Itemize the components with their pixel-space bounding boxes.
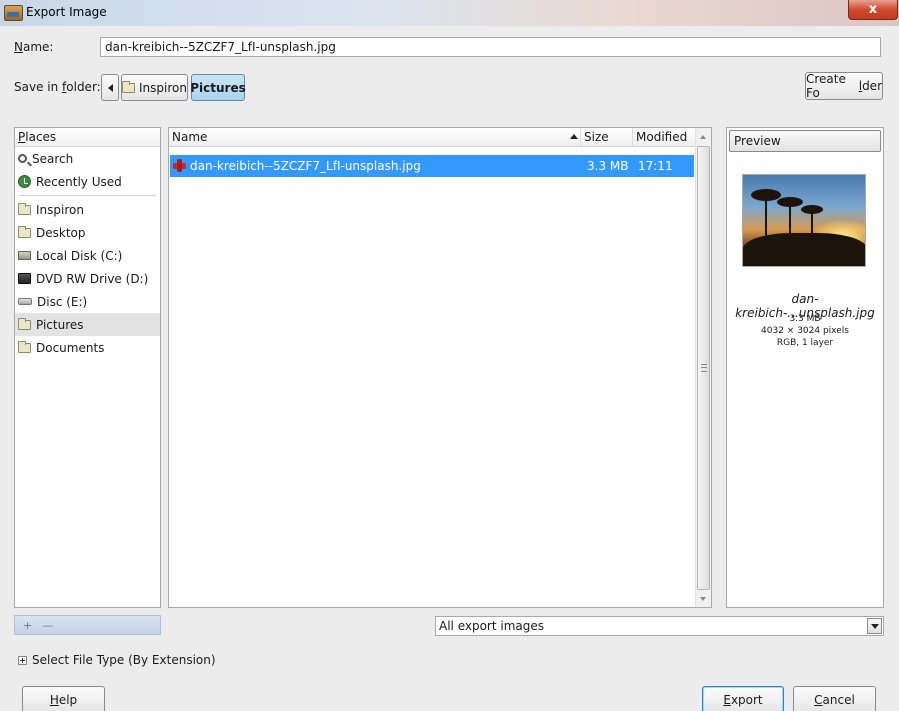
save-in-folder-label: Save in folder: — [14, 80, 101, 94]
file-row[interactable]: dan-kreibich--5ZCZF7_LfI-unsplash.jpg 3.… — [170, 155, 694, 177]
sort-ascending-icon — [570, 134, 578, 139]
filename-input[interactable] — [100, 37, 881, 57]
place-item-recently-used[interactable]: Recently Used — [15, 170, 160, 193]
image-file-icon — [173, 159, 186, 172]
path-back-button[interactable] — [101, 74, 119, 101]
file-list: Name Size Modified dan-kreibich--5ZCZF7_… — [168, 127, 712, 608]
path-button-label: Inspiron — [139, 80, 187, 95]
places-divider — [19, 195, 156, 196]
places-pane: Places Search Recently Used Inspiron Des… — [14, 127, 161, 608]
places-toolbar: + — — [14, 615, 161, 635]
folder-icon — [18, 202, 31, 215]
place-item-search[interactable]: Search — [15, 147, 160, 170]
dvd-drive-icon — [18, 273, 31, 284]
export-button[interactable]: Export — [702, 686, 784, 711]
select-file-type-label: Select File Type (By Extension) — [32, 653, 216, 667]
file-size: 3.3 MB — [587, 159, 629, 173]
column-header-modified[interactable]: Modified — [633, 128, 695, 146]
search-icon — [18, 154, 27, 163]
column-header-size[interactable]: Size — [581, 128, 633, 146]
place-item-inspiron[interactable]: Inspiron — [15, 198, 160, 221]
cancel-button[interactable]: Cancel — [793, 686, 876, 711]
preview-button[interactable]: Preview — [729, 130, 881, 152]
folder-icon — [18, 317, 31, 330]
expand-plus-icon — [18, 655, 27, 665]
chevron-down-icon[interactable] — [867, 618, 882, 634]
folder-icon — [122, 80, 136, 93]
window-title: Export Image — [26, 5, 107, 19]
select-file-type-expander[interactable]: Select File Type (By Extension) — [18, 653, 216, 667]
preview-thumbnail — [742, 174, 866, 267]
place-item-documents[interactable]: Documents — [15, 336, 160, 359]
file-list-header: Name Size Modified — [169, 128, 695, 147]
title-bar: Export Image x — [0, 0, 899, 26]
recent-icon — [18, 175, 31, 188]
scrollbar-thumb[interactable] — [697, 146, 710, 590]
file-name: dan-kreibich--5ZCZF7_LfI-unsplash.jpg — [190, 159, 421, 173]
place-item-desktop[interactable]: Desktop — [15, 221, 160, 244]
scroll-up-icon[interactable] — [700, 135, 706, 139]
preview-pane: Preview dan-kreibich-...unsplash.jpg 3.3… — [726, 127, 884, 608]
create-folder-button[interactable]: Create Fo l der — [805, 72, 883, 100]
export-dialog: Name: Save in folder: Inspiron Pictures … — [0, 26, 899, 711]
close-button[interactable]: x — [848, 0, 898, 20]
remove-bookmark-button[interactable]: — — [42, 619, 53, 632]
add-bookmark-button[interactable]: + — [23, 619, 32, 632]
file-modified: 17:11 — [638, 159, 673, 173]
file-filter-dropdown[interactable]: All export images — [435, 616, 884, 636]
preview-file-size: 3.3 MB — [789, 314, 821, 324]
place-item-local-disk[interactable]: Local Disk (C:) — [15, 244, 160, 267]
folder-icon — [18, 225, 31, 238]
place-item-disc[interactable]: Disc (E:) — [15, 290, 160, 313]
close-icon: x — [868, 2, 878, 17]
help-button[interactable]: Help — [22, 686, 105, 711]
places-header[interactable]: Places — [15, 128, 160, 147]
path-button-inspiron[interactable]: Inspiron — [121, 74, 188, 101]
place-item-pictures[interactable]: Pictures — [15, 313, 160, 336]
place-item-dvd-drive[interactable]: DVD RW Drive (D:) — [15, 267, 160, 290]
disc-drive-icon — [18, 298, 32, 305]
column-header-name[interactable]: Name — [169, 128, 581, 146]
grip-icon — [701, 364, 707, 372]
ground-shape — [743, 233, 865, 266]
scroll-down-icon[interactable] — [700, 597, 706, 601]
preview-color-mode: RGB, 1 layer — [776, 338, 834, 348]
file-filter-value: All export images — [439, 619, 545, 633]
hard-disk-icon — [18, 251, 31, 260]
name-label: Name: — [14, 40, 54, 54]
chevron-left-icon — [107, 83, 113, 92]
path-button-pictures[interactable]: Pictures — [190, 74, 246, 101]
folder-icon — [18, 340, 31, 353]
gimp-app-icon — [4, 5, 23, 21]
path-button-label: Pictures — [190, 80, 246, 95]
file-list-scrollbar[interactable] — [695, 128, 711, 607]
preview-dimensions: 4032 × 3024 pixels — [761, 326, 849, 336]
